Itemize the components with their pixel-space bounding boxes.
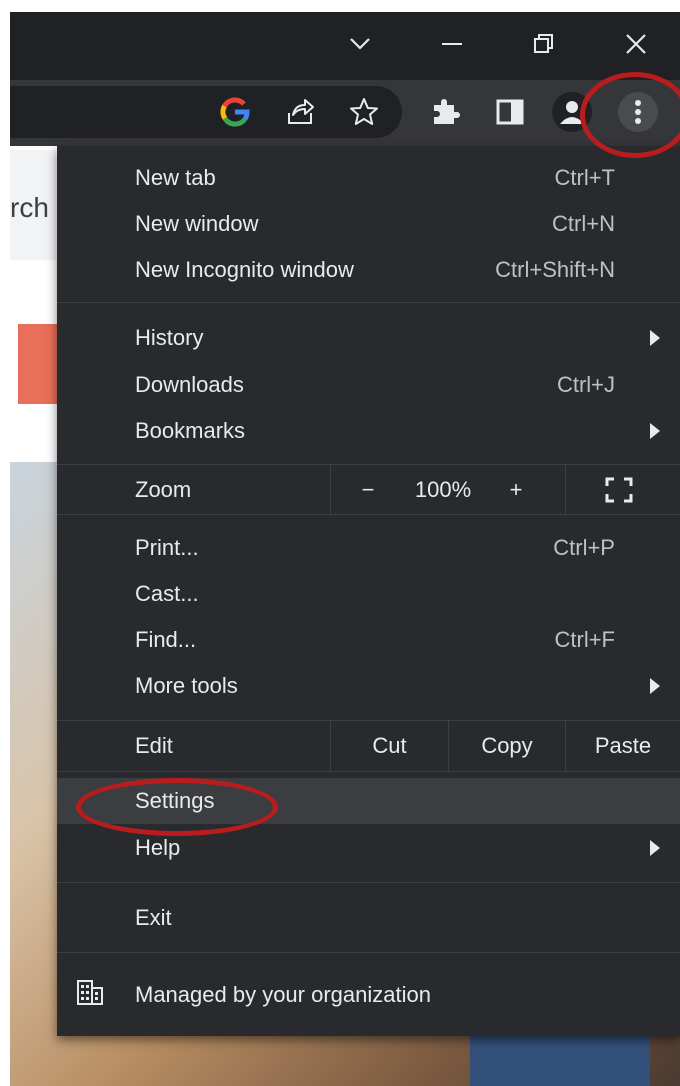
menu-item-shortcut: Ctrl+F	[554, 627, 616, 652]
page-left-strip	[0, 0, 10, 1086]
annotation-circle-settings	[76, 778, 278, 836]
title-bar	[10, 12, 680, 80]
side-panel-button[interactable]	[490, 92, 530, 132]
side-panel-icon	[496, 99, 524, 125]
address-bar[interactable]	[10, 86, 402, 138]
menu-item-label: Print...	[135, 535, 199, 560]
google-icon	[220, 97, 250, 127]
submenu-arrow-icon	[650, 423, 660, 439]
menu-item-label: Bookmarks	[135, 418, 246, 443]
building-icon	[75, 977, 105, 1013]
menu-separator	[57, 771, 680, 772]
menu-item-new-window[interactable]: New window Ctrl+N	[57, 201, 680, 247]
cut-button[interactable]: Cut	[331, 733, 448, 759]
page-photo-blue-shape	[470, 1030, 650, 1086]
zoom-label: Zoom	[135, 477, 192, 502]
fullscreen-button[interactable]	[605, 477, 633, 509]
share-icon	[288, 99, 314, 124]
menu-item-shortcut: Ctrl+P	[553, 535, 615, 560]
menu-item-label: More tools	[135, 673, 238, 698]
submenu-arrow-icon	[650, 840, 660, 856]
menu-item-cast[interactable]: Cast...	[57, 571, 680, 617]
menu-item-label: New tab	[135, 165, 216, 190]
menu-item-find[interactable]: Find... Ctrl+F	[57, 617, 680, 663]
menu-item-label: Help	[135, 835, 181, 860]
menu-item-label: Cast...	[135, 581, 199, 606]
menu-separator	[57, 882, 680, 883]
zoom-level: 100%	[414, 477, 472, 502]
menu-item-label: Managed by your organization	[135, 982, 431, 1007]
menu-item-label: Find...	[135, 627, 197, 652]
zoom-divider	[330, 465, 331, 515]
bookmark-star-button[interactable]	[344, 92, 384, 132]
page-search-text: rch	[10, 150, 56, 260]
copy-button[interactable]: Copy	[449, 733, 565, 759]
tab-search-button[interactable]	[340, 24, 380, 64]
menu-item-new-tab[interactable]: New tab Ctrl+T	[57, 155, 680, 201]
extensions-icon	[434, 99, 460, 124]
close-icon	[626, 34, 646, 54]
chrome-main-menu: New tab Ctrl+T New window Ctrl+N New Inc…	[57, 146, 680, 1036]
chevron-down-icon	[350, 38, 370, 50]
restore-icon	[534, 34, 553, 53]
submenu-arrow-icon	[650, 330, 660, 346]
annotation-circle-more-button	[580, 72, 680, 158]
menu-item-label: New window	[135, 211, 259, 236]
restore-button[interactable]	[524, 24, 564, 64]
menu-separator	[57, 952, 680, 953]
minimize-button[interactable]	[432, 24, 472, 64]
menu-item-label: History	[135, 325, 204, 350]
menu-separator	[57, 514, 680, 515]
menu-item-downloads[interactable]: Downloads Ctrl+J	[57, 362, 680, 408]
menu-item-shortcut: Ctrl+Shift+N	[495, 257, 615, 282]
menu-item-exit[interactable]: Exit	[57, 895, 680, 941]
menu-item-managed-by-organization[interactable]: Managed by your organization	[57, 972, 680, 1018]
menu-item-bookmarks[interactable]: Bookmarks	[57, 408, 680, 454]
menu-item-label: New Incognito window	[135, 257, 354, 282]
menu-item-print[interactable]: Print... Ctrl+P	[57, 525, 680, 571]
extensions-button[interactable]	[425, 92, 465, 132]
star-icon	[350, 98, 378, 125]
fullscreen-icon	[605, 477, 633, 503]
minimize-icon	[442, 43, 462, 45]
menu-separator	[57, 302, 680, 303]
menu-item-history[interactable]: History	[57, 315, 680, 361]
zoom-row: Zoom − 100% +	[57, 465, 680, 515]
page-red-block	[18, 324, 58, 404]
close-button[interactable]	[616, 24, 656, 64]
zoom-in-button[interactable]: +	[501, 477, 531, 503]
menu-item-more-tools[interactable]: More tools	[57, 663, 680, 709]
edit-label: Edit	[135, 733, 173, 758]
menu-item-new-incognito-window[interactable]: New Incognito window Ctrl+Shift+N	[57, 247, 680, 293]
zoom-divider	[565, 465, 566, 515]
menu-item-label: Downloads	[135, 372, 244, 397]
google-lens-button[interactable]	[215, 92, 255, 132]
menu-item-shortcut: Ctrl+N	[552, 211, 615, 236]
share-button[interactable]	[280, 92, 320, 132]
menu-item-shortcut: Ctrl+T	[554, 165, 616, 190]
submenu-arrow-icon	[650, 678, 660, 694]
zoom-out-button[interactable]: −	[353, 477, 383, 503]
edit-row: Edit Cut Copy Paste	[57, 721, 680, 771]
menu-item-shortcut: Ctrl+J	[556, 372, 615, 397]
menu-item-label: Exit	[135, 905, 172, 930]
paste-button[interactable]: Paste	[566, 733, 680, 759]
